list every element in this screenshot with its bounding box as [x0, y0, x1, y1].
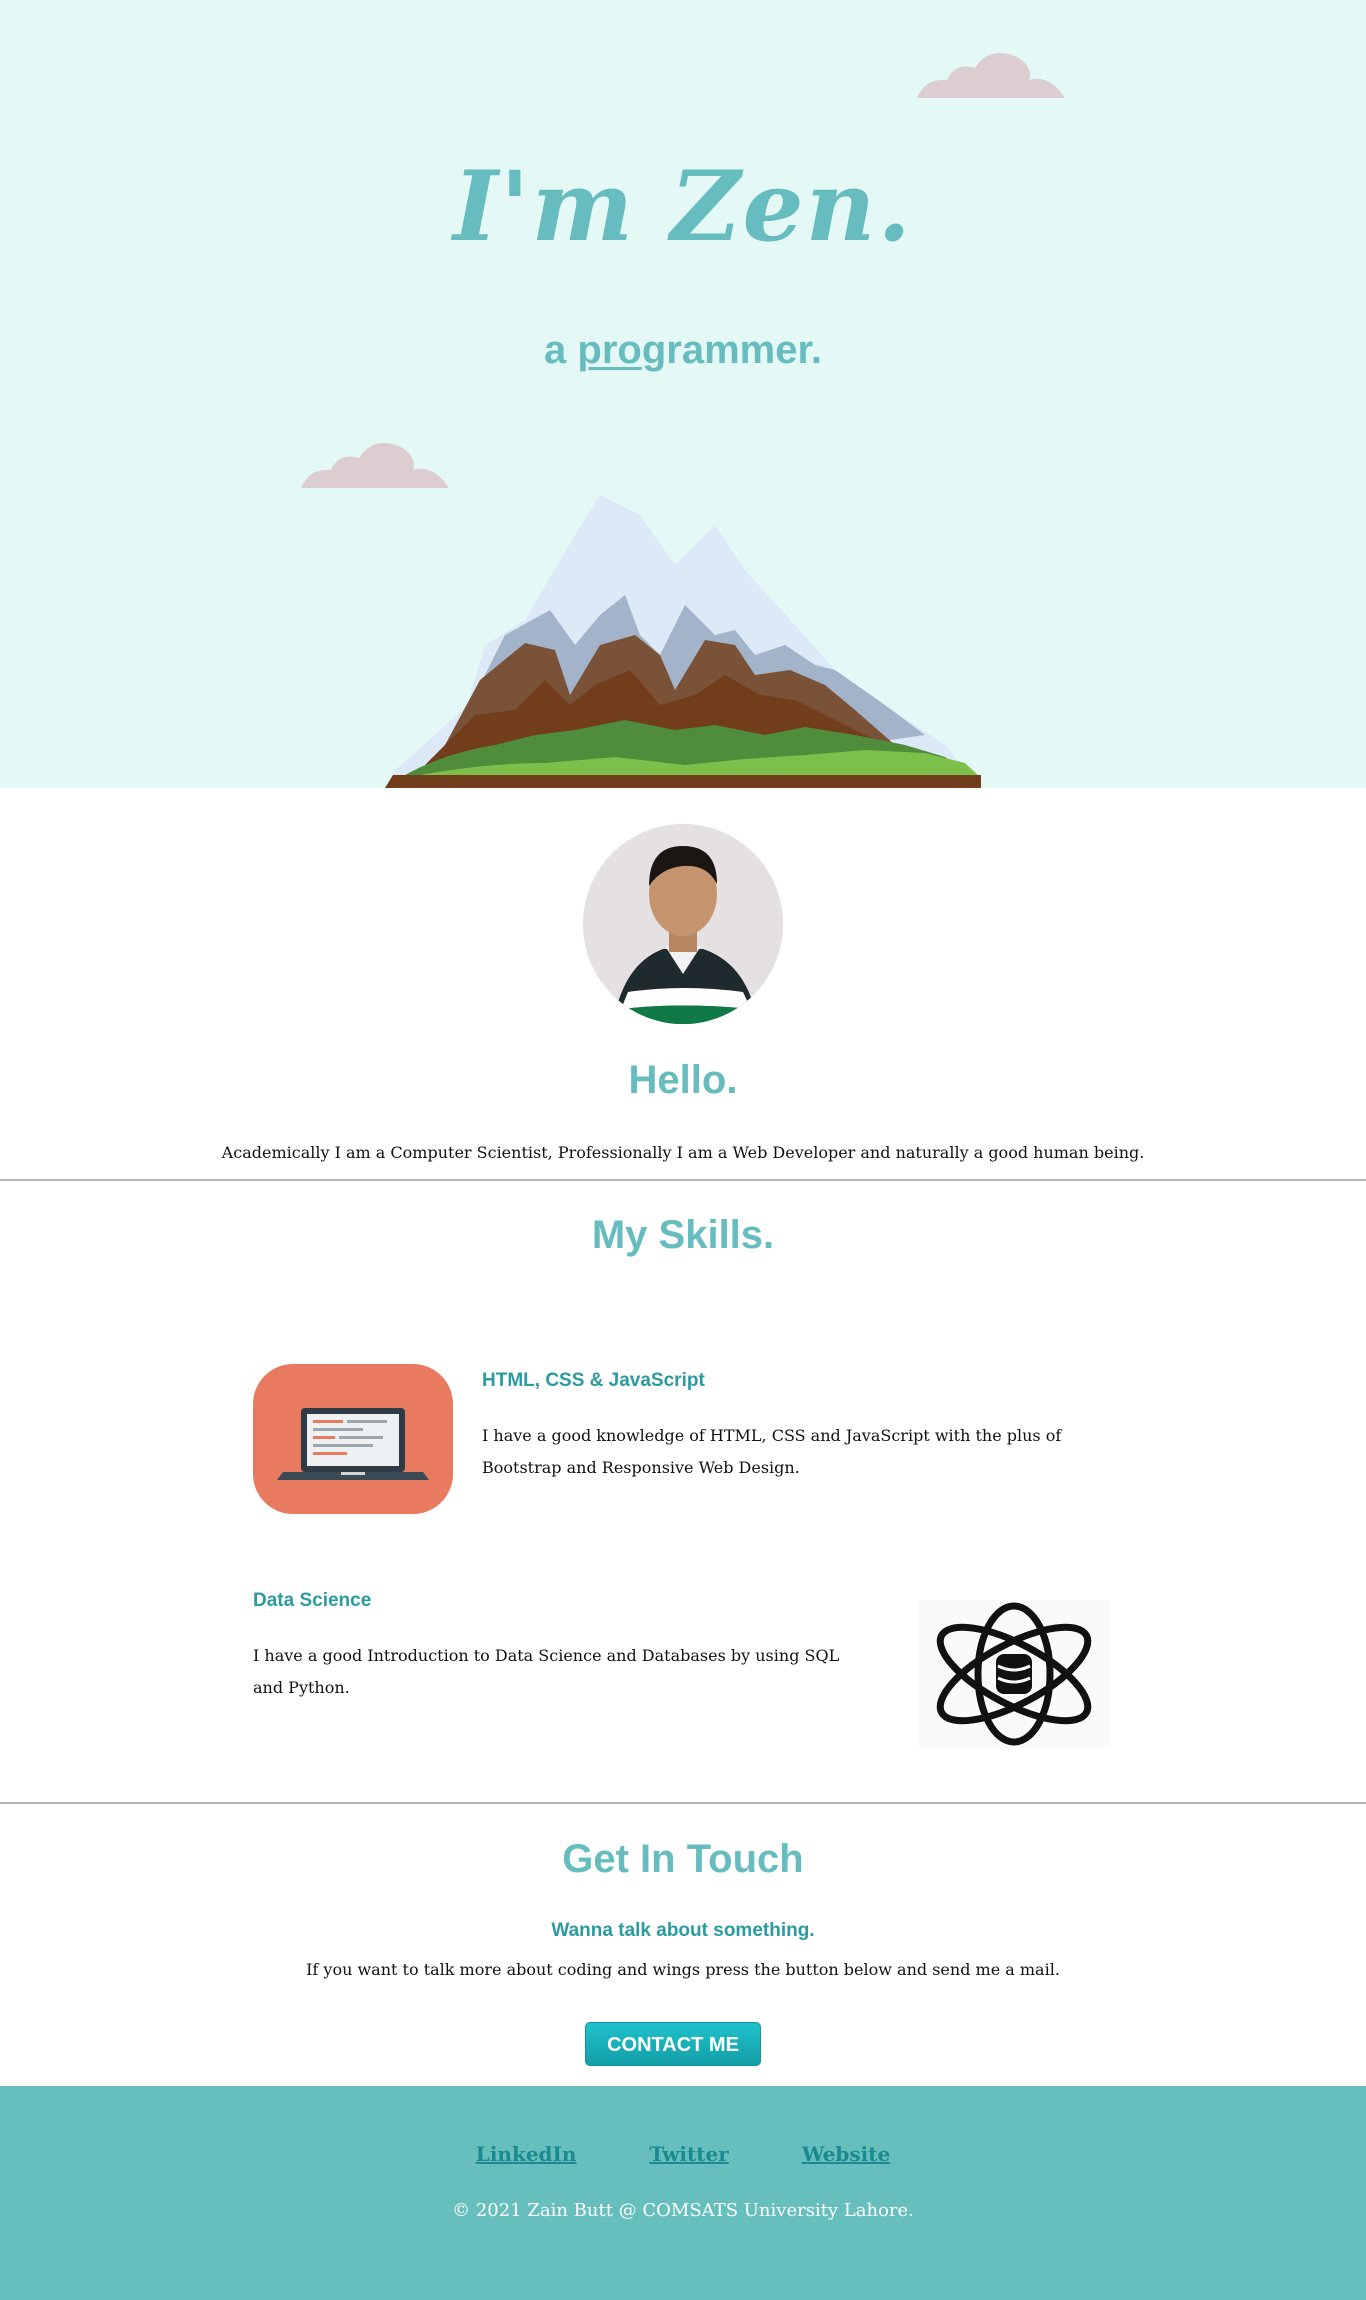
skill-text: I have a good Introduction to Data Scien… [253, 1646, 840, 1697]
skills-heading: My Skills. [591, 1213, 775, 1257]
linkedin-link[interactable]: LinkedIn [476, 2142, 577, 2166]
contact-heading: Get In Touch [562, 1837, 804, 1881]
hello-heading: Hello. [628, 1058, 738, 1102]
website-link[interactable]: Website [802, 2142, 890, 2166]
skill-heading: HTML, CSS & JavaScript [482, 1370, 705, 1391]
footer: LinkedIn Twitter Website © 2021 Zain But… [0, 2086, 1366, 2300]
hero-subtitle-underlined: pro [577, 328, 642, 372]
avatar-photo [583, 824, 783, 1024]
mountain-illustration [385, 495, 981, 788]
contact-subtitle: Wanna talk about something. [551, 1920, 815, 1941]
skill-text: I have a good knowledge of HTML, CSS and… [482, 1426, 1062, 1477]
twitter-link[interactable]: Twitter [650, 2142, 729, 2166]
cloud-icon [917, 52, 1065, 98]
hero-title: I'm Zen. [453, 150, 913, 263]
laptop-icon [253, 1364, 453, 1514]
skill-heading: Data Science [253, 1590, 372, 1611]
database-atom-icon [918, 1600, 1110, 1748]
contact-text: If you want to talk more about coding an… [306, 1960, 1060, 1979]
hero-subtitle: a programmer. [0, 328, 1366, 373]
hero-subtitle-rest: grammer. [641, 328, 822, 372]
divider [0, 1802, 1366, 1804]
copyright-text: © 2021 Zain Butt @ COMSATS University La… [452, 2200, 914, 2221]
intro-text: Academically I am a Computer Scientist, … [221, 1143, 1145, 1162]
hero-section: I'm Zen. a programmer. [0, 0, 1366, 788]
footer-links: LinkedIn Twitter Website [0, 2142, 1366, 2166]
hero-subtitle-prefix: a [544, 328, 578, 372]
divider [0, 1179, 1366, 1181]
cloud-icon [301, 442, 449, 488]
avatar [583, 824, 783, 1024]
contact-me-button[interactable]: CONTACT ME [585, 2022, 761, 2066]
